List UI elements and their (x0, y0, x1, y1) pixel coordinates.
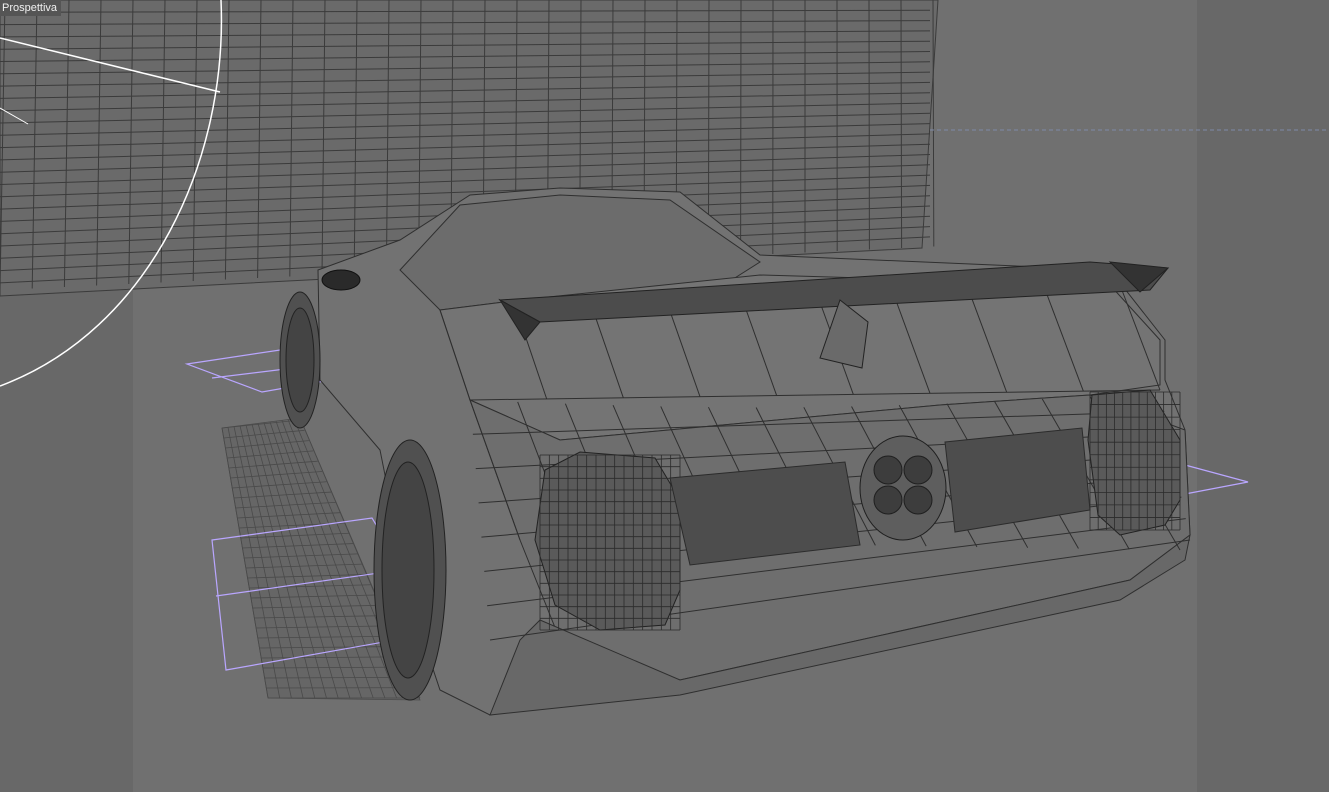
scene-wireframe[interactable] (0, 0, 1329, 792)
grid-line (900, 0, 903, 249)
side-mirror (321, 269, 361, 291)
perspective-viewport[interactable]: Prospettiva (0, 0, 1329, 792)
viewport-label[interactable]: Prospettiva (0, 0, 62, 16)
exhausts (859, 435, 947, 541)
